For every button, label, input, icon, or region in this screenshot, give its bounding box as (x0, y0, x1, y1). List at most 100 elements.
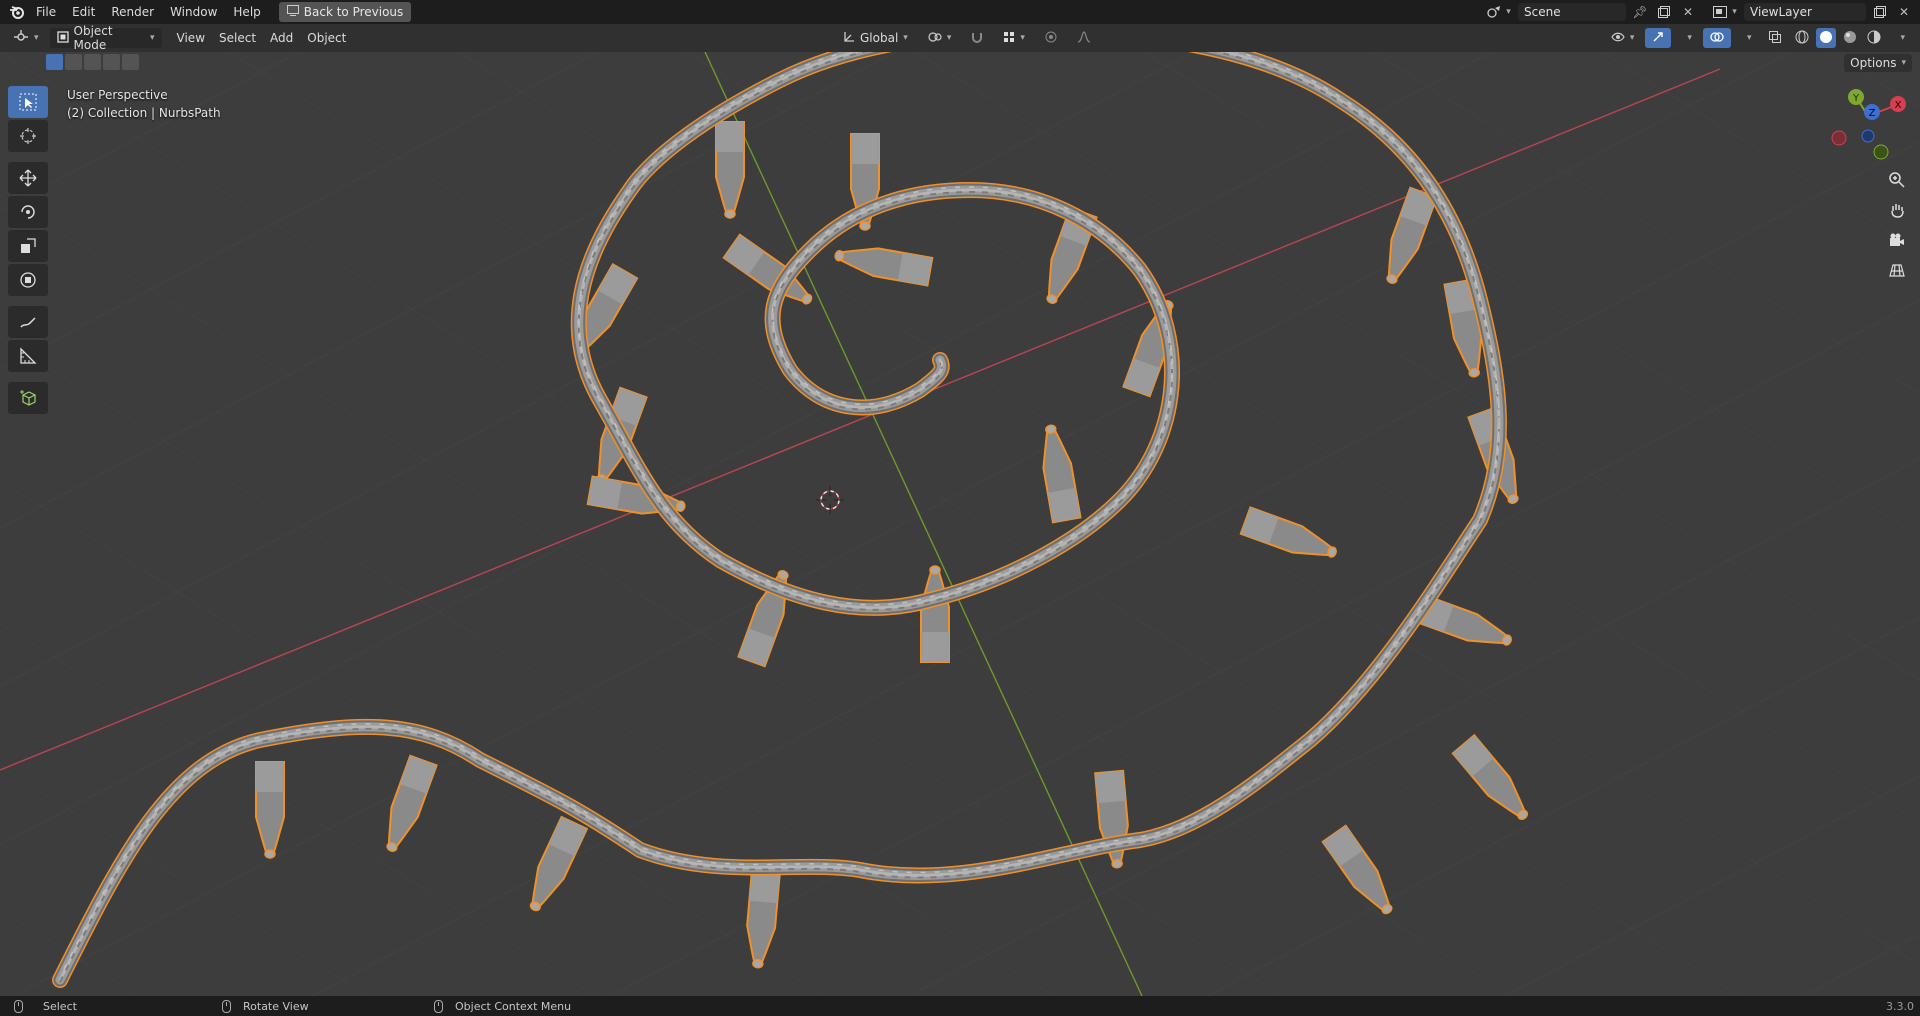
scale-tool[interactable] (8, 230, 48, 262)
back-to-previous-label: Back to Previous (303, 5, 404, 19)
delete-view-layer-icon[interactable]: ✕ (1894, 3, 1914, 21)
top-bar: File Edit Render Window Help Back to Pre… (0, 0, 1920, 24)
svg-text:X: X (1895, 100, 1902, 111)
status-context: Object Context Menu (434, 999, 571, 1013)
orientation-icon (843, 31, 855, 46)
visibility-dropdown[interactable]: ▾ (1604, 28, 1642, 48)
select-invert-icon[interactable] (103, 54, 120, 70)
mode-label: Object Mode (73, 24, 113, 52)
rotate-tool[interactable] (8, 196, 48, 228)
xray-toggle[interactable] (1762, 28, 1788, 48)
status-bar: Select Rotate View Object Context Menu 3… (0, 996, 1920, 1016)
svg-text:Z: Z (1869, 108, 1876, 119)
menu-add[interactable]: Add (263, 28, 300, 48)
select-subtract-icon[interactable] (84, 54, 101, 70)
neg-y-axis-ball[interactable] (1873, 144, 1889, 160)
options-dropdown[interactable]: Options ▾ (1844, 54, 1912, 72)
select-intersect-icon[interactable] (122, 54, 139, 70)
crosshair-cursor-icon (20, 128, 36, 144)
pencil-icon (20, 317, 36, 328)
status-select-label: Select (43, 999, 77, 1013)
rendered-sphere-icon (1867, 30, 1881, 47)
transform-tool[interactable] (8, 264, 48, 296)
pivot-dropdown[interactable]: ▾ (921, 28, 959, 48)
menu-edit[interactable]: Edit (64, 1, 103, 23)
add-cube-icon (20, 390, 36, 406)
annotate-tool[interactable] (8, 306, 48, 338)
ruler-icon (20, 347, 37, 364)
eye-icon (1611, 31, 1625, 45)
move-arrows-icon (19, 169, 37, 187)
orientation-label: Global (860, 31, 899, 45)
status-rotate: Rotate View (222, 999, 309, 1013)
mouse-left-icon (14, 999, 23, 1013)
scene-icon[interactable]: ▾ (1484, 3, 1514, 21)
new-scene-icon[interactable] (1654, 3, 1674, 21)
transform-icon (20, 272, 36, 288)
view-layer-icon[interactable]: ▾ (1710, 3, 1740, 21)
wireframe-sphere-icon (1795, 30, 1809, 47)
selection-mode-buttons (46, 54, 139, 70)
pin-icon[interactable]: 📌︎ (1630, 3, 1650, 21)
scene-name-field[interactable]: Scene (1518, 3, 1626, 21)
snap-target-dropdown[interactable]: ▾ (996, 28, 1032, 48)
blender-window: File Edit Render Window Help Back to Pre… (0, 0, 1920, 1016)
neg-x-axis-ball[interactable] (1831, 130, 1847, 146)
view-layer-field[interactable]: ViewLayer (1744, 3, 1866, 21)
falloff-dropdown[interactable] (1070, 28, 1098, 48)
mode-dropdown[interactable]: Object Mode ▾ (49, 24, 162, 52)
measure-tool[interactable] (8, 340, 48, 372)
overlays-toggle[interactable] (1702, 28, 1731, 48)
menu-view[interactable]: View (170, 28, 212, 48)
shading-wireframe[interactable] (1792, 28, 1812, 48)
status-rotate-label: Rotate View (243, 999, 309, 1013)
gizmo-toggle[interactable] (1645, 28, 1672, 48)
gizmo-dropdown[interactable]: ▾ (1675, 28, 1699, 48)
material-sphere-icon (1843, 30, 1857, 47)
gizmo-icon (1652, 31, 1664, 46)
delete-scene-icon[interactable]: ✕ (1678, 3, 1698, 21)
select-box-tool[interactable] (8, 86, 48, 118)
snap-toggle[interactable] (964, 28, 990, 48)
add-cube-tool[interactable] (8, 382, 48, 414)
shading-material[interactable] (1840, 28, 1860, 48)
menu-help[interactable]: Help (225, 1, 268, 23)
scale-icon (21, 238, 36, 253)
transform-controls: Global ▾ ▾ ▾ (836, 28, 1098, 48)
camera-icon[interactable] (1884, 228, 1910, 252)
shading-solid[interactable] (1816, 28, 1837, 48)
cursor-arrow-icon (19, 93, 37, 111)
cursor-tool[interactable] (8, 120, 48, 152)
3d-viewport[interactable]: X Y Z User Perspective (2) Collection | … (0, 52, 1920, 996)
editor-type-dropdown[interactable]: ▾ (6, 28, 46, 48)
xray-icon (1769, 30, 1782, 46)
menu-window[interactable]: Window (162, 1, 225, 23)
menu-select[interactable]: Select (212, 28, 263, 48)
chevron-down-icon: ▾ (150, 33, 155, 43)
zoom-icon[interactable] (1884, 168, 1910, 192)
select-new-icon[interactable] (46, 54, 63, 70)
blender-logo-icon[interactable] (6, 1, 28, 23)
menu-file[interactable]: File (28, 1, 64, 23)
menu-render[interactable]: Render (103, 1, 162, 23)
object-mode-icon (56, 30, 69, 46)
new-view-layer-icon[interactable] (1870, 3, 1890, 21)
orientation-dropdown[interactable]: Global ▾ (836, 28, 915, 48)
move-tool[interactable] (8, 162, 48, 194)
falloff-curve-icon (1077, 30, 1091, 46)
back-to-previous-button[interactable]: Back to Previous (278, 2, 412, 22)
proportional-icon (1045, 31, 1057, 46)
select-extend-icon[interactable] (65, 54, 82, 70)
perspective-grid-icon[interactable] (1884, 258, 1910, 282)
neg-z-axis-ball[interactable] (1861, 129, 1875, 143)
collection-label: (2) Collection | NurbsPath (67, 106, 221, 120)
shading-rendered[interactable] (1864, 28, 1884, 48)
pan-hand-icon[interactable] (1884, 198, 1910, 222)
proportional-edit-toggle[interactable] (1038, 28, 1064, 48)
shading-dropdown[interactable]: ▾ (1888, 28, 1912, 48)
magnet-icon (971, 31, 983, 46)
svg-text:Y: Y (1852, 93, 1860, 104)
menu-object[interactable]: Object (300, 28, 353, 48)
overlays-dropdown[interactable]: ▾ (1735, 28, 1759, 48)
screen-icon (286, 5, 299, 19)
